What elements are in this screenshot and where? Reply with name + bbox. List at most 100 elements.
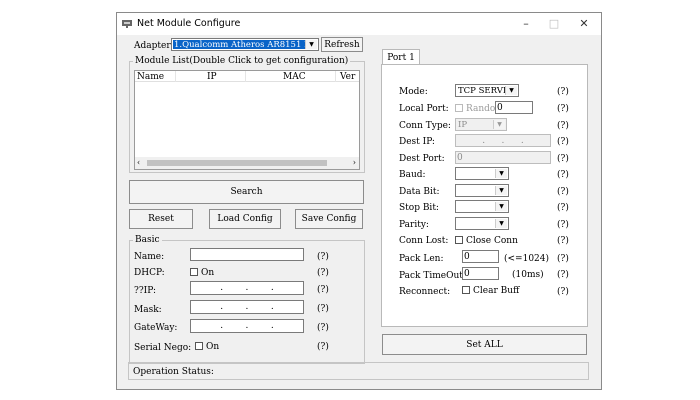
adapter-selected-value: 1.Qualcomm Atheros AR8151 PCI- xyxy=(173,40,305,49)
column-divider xyxy=(335,71,336,82)
pack-len-note: (<=1024) xyxy=(504,254,550,264)
ip-dot: . xyxy=(245,283,249,293)
module-list-table[interactable]: Name IP MAC Ver ‹ › xyxy=(134,70,360,170)
reset-button[interactable]: Reset xyxy=(129,209,193,229)
ip-dot: . xyxy=(482,135,486,146)
chevron-down-icon[interactable]: ▼ xyxy=(495,202,507,211)
help-icon[interactable]: (?) xyxy=(557,137,569,147)
load-config-button[interactable]: Load Config xyxy=(209,209,281,229)
help-icon[interactable]: (?) xyxy=(557,287,569,297)
random-checkbox[interactable] xyxy=(455,104,463,112)
column-header-name[interactable]: Name xyxy=(137,72,164,82)
help-icon[interactable]: (?) xyxy=(317,304,329,314)
operation-status-label: Operation Status: xyxy=(133,367,214,377)
chevron-down-icon[interactable]: ▼ xyxy=(495,186,507,195)
reconnect-label: Reconnect: xyxy=(399,287,451,297)
name-input[interactable] xyxy=(190,248,304,261)
close-conn-label: Close Conn xyxy=(466,236,518,246)
dest-ip-input[interactable]: ... xyxy=(455,134,551,147)
chevron-down-icon[interactable]: ▼ xyxy=(505,86,517,95)
save-config-button[interactable]: Save Config xyxy=(295,209,363,229)
ip-dot: . xyxy=(270,321,274,331)
mask-input[interactable]: ... xyxy=(190,300,304,314)
help-icon[interactable]: (?) xyxy=(317,285,329,295)
pack-timeout-input[interactable]: 0 xyxy=(462,267,499,280)
local-port-input[interactable]: 0 xyxy=(495,101,533,114)
set-all-button[interactable]: Set ALL xyxy=(382,334,587,355)
mode-select[interactable]: TCP SERVER ▼ xyxy=(455,84,519,97)
scrollbar-thumb[interactable] xyxy=(147,160,327,166)
column-header-ver[interactable]: Ver xyxy=(340,72,355,82)
local-port-label: Local Port: xyxy=(399,104,449,114)
ip-label: ??IP: xyxy=(134,286,156,296)
help-icon[interactable]: (?) xyxy=(317,252,329,262)
column-header-ip[interactable]: IP xyxy=(207,72,217,82)
help-icon[interactable]: (?) xyxy=(317,268,329,278)
ip-dot: . xyxy=(220,283,224,293)
dest-port-value: 0 xyxy=(457,153,463,163)
column-header-mac[interactable]: MAC xyxy=(283,72,306,82)
table-header: Name IP MAC Ver xyxy=(135,71,359,82)
clear-buff-checkbox[interactable] xyxy=(462,286,470,294)
data-bit-select[interactable]: ▼ xyxy=(455,184,509,197)
search-button[interactable]: Search xyxy=(129,180,364,204)
ip-dot: . xyxy=(270,283,274,293)
pack-timeout-label: Pack TimeOut: xyxy=(399,271,466,281)
conn-type-select[interactable]: IP ▼ xyxy=(455,118,507,131)
close-icon[interactable]: ✕ xyxy=(573,16,595,32)
help-icon[interactable]: (?) xyxy=(317,323,329,333)
parity-select[interactable]: ▼ xyxy=(455,217,509,230)
scroll-left-icon[interactable]: ‹ xyxy=(137,157,140,169)
title-bar: Net Module Configure – □ ✕ xyxy=(117,13,601,35)
chevron-down-icon[interactable]: ▼ xyxy=(305,40,317,49)
serial-nego-checkbox[interactable] xyxy=(195,342,203,350)
tab-port-1[interactable]: Port 1 xyxy=(382,49,420,65)
horizontal-scrollbar[interactable]: ‹ › xyxy=(135,157,359,169)
main-window: Net Module Configure – □ ✕ Adapter: 1.Qu… xyxy=(116,12,602,390)
dhcp-label: DHCP: xyxy=(134,268,165,278)
help-icon[interactable]: (?) xyxy=(557,154,569,164)
refresh-button[interactable]: Refresh xyxy=(321,37,363,52)
stop-bit-select[interactable]: ▼ xyxy=(455,200,509,213)
help-icon[interactable]: (?) xyxy=(557,203,569,213)
baud-select[interactable]: ▼ xyxy=(455,167,509,180)
stop-bit-label: Stop Bit: xyxy=(399,203,439,213)
data-bit-label: Data Bit: xyxy=(399,187,440,197)
mask-label: Mask: xyxy=(134,305,162,315)
help-icon[interactable]: (?) xyxy=(557,121,569,131)
serial-nego-on-label: On xyxy=(206,342,220,352)
dest-port-input[interactable]: 0 xyxy=(455,151,551,164)
help-icon[interactable]: (?) xyxy=(557,270,569,280)
dhcp-checkbox[interactable] xyxy=(190,268,198,276)
help-icon[interactable]: (?) xyxy=(557,254,569,264)
help-icon[interactable]: (?) xyxy=(557,87,569,97)
pack-timeout-value: 0 xyxy=(464,269,470,279)
help-icon[interactable]: (?) xyxy=(557,187,569,197)
ip-dot: . xyxy=(220,321,224,331)
help-icon[interactable]: (?) xyxy=(557,104,569,114)
adapter-select[interactable]: 1.Qualcomm Atheros AR8151 PCI- ▼ xyxy=(171,38,319,51)
help-icon[interactable]: (?) xyxy=(557,236,569,246)
chevron-down-icon[interactable]: ▼ xyxy=(495,219,507,228)
ip-address-input[interactable]: ... xyxy=(190,281,304,295)
status-bar: Operation Status: xyxy=(128,362,589,380)
chevron-down-icon[interactable]: ▼ xyxy=(493,120,505,129)
conn-type-label: Conn Type: xyxy=(399,121,451,131)
help-icon[interactable]: (?) xyxy=(557,170,569,180)
ip-dot: . xyxy=(220,302,224,312)
close-conn-checkbox[interactable] xyxy=(455,236,463,244)
name-label: Name: xyxy=(134,252,165,262)
basic-title: Basic xyxy=(133,235,162,245)
adapter-label: Adapter: xyxy=(134,41,174,51)
maximize-icon[interactable]: □ xyxy=(543,16,565,32)
parity-label: Parity: xyxy=(399,220,429,230)
minimize-icon[interactable]: – xyxy=(515,16,537,32)
help-icon[interactable]: (?) xyxy=(317,342,329,352)
scroll-right-icon[interactable]: › xyxy=(353,157,356,169)
conn-type-value: IP xyxy=(458,120,468,130)
gateway-input[interactable]: ... xyxy=(190,319,304,333)
pack-len-input[interactable]: 0 xyxy=(462,250,499,263)
help-icon[interactable]: (?) xyxy=(557,220,569,230)
chevron-down-icon[interactable]: ▼ xyxy=(495,169,507,178)
baud-label: Baud: xyxy=(399,170,426,180)
